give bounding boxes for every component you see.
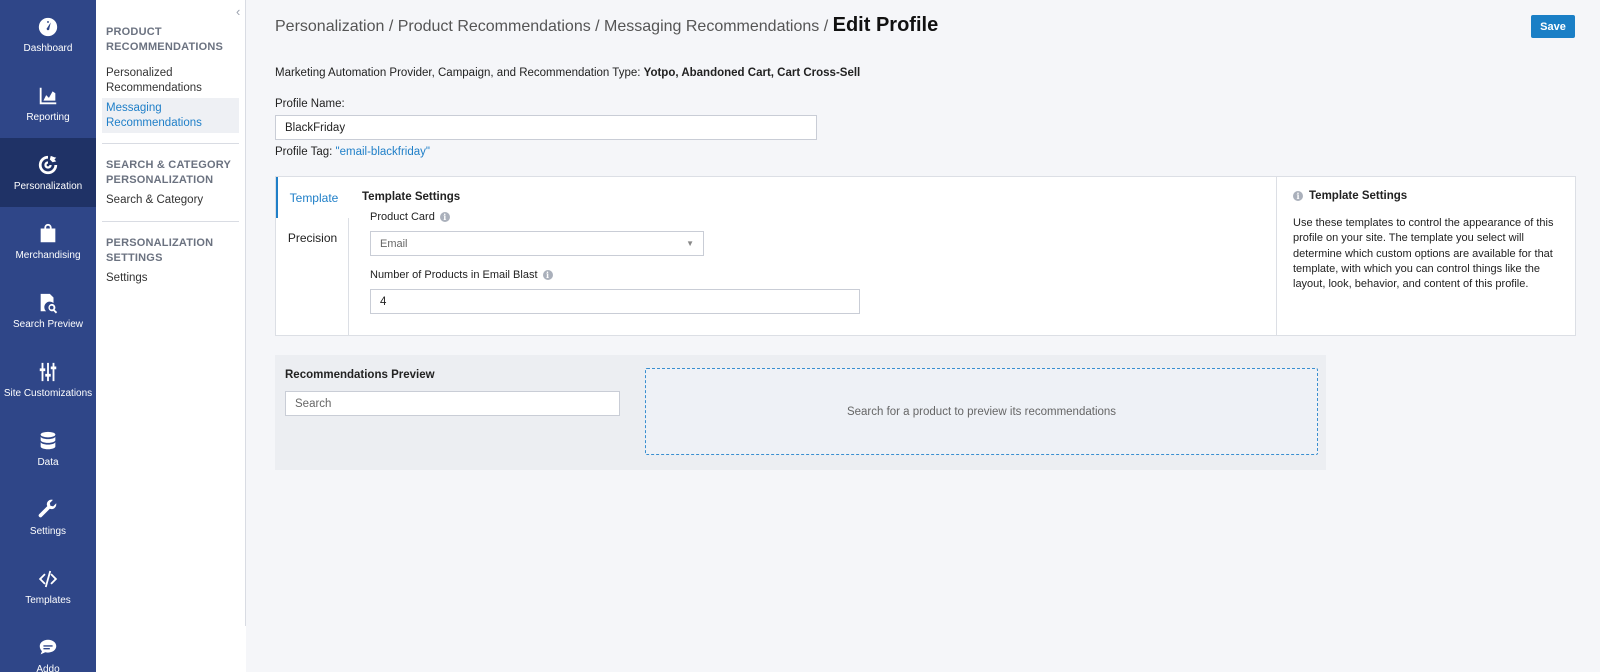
sub-link-settings[interactable]: Settings bbox=[102, 268, 239, 289]
settings-tabs: Template Precision bbox=[276, 177, 350, 335]
chat-icon bbox=[39, 639, 57, 654]
product-card-label-text: Product Card bbox=[370, 211, 435, 223]
profile-name-input[interactable] bbox=[275, 115, 817, 140]
profile-tag-value: "email-blackfriday" bbox=[335, 146, 430, 158]
main-nav-rail: Dashboard Reporting Personalization Merc… bbox=[0, 0, 96, 672]
info-icon[interactable]: i bbox=[439, 212, 450, 222]
settings-icon bbox=[38, 499, 57, 517]
nav-addo-label: Addo bbox=[36, 663, 60, 672]
dashboard-icon bbox=[38, 17, 58, 36]
template-settings-panel: Template Precision Template Settings Pro… bbox=[275, 176, 1576, 336]
site-customizations-icon bbox=[39, 362, 57, 381]
page-title: Edit Profile bbox=[832, 14, 939, 36]
subnav-section-search-category: SEARCH & CATEGORY PERSONALIZATION Search… bbox=[96, 154, 245, 211]
profile-meta: Marketing Automation Provider, Campaign,… bbox=[275, 67, 860, 79]
breadcrumb: Personalization / Product Recommendation… bbox=[275, 14, 938, 37]
section-title: SEARCH & CATEGORY PERSONALIZATION bbox=[106, 159, 231, 186]
nav-merchandising[interactable]: Merchandising bbox=[0, 207, 96, 276]
profile-tag-label: Profile Tag: bbox=[275, 146, 333, 158]
nav-templates[interactable]: Templates bbox=[0, 552, 96, 621]
merchandising-icon bbox=[40, 223, 56, 242]
subnav-section-product-recommendations: PRODUCT RECOMMENDATIONS Personalized Rec… bbox=[96, 0, 245, 133]
info-icon: i bbox=[1293, 191, 1303, 201]
sub-link-personalized-recommendations[interactable]: Personalized Recommendations bbox=[102, 63, 239, 98]
nav-site-customizations[interactable]: Site Customizations bbox=[0, 345, 96, 414]
nav-data[interactable]: Data bbox=[0, 414, 96, 483]
divider bbox=[102, 143, 239, 144]
collapse-chevron-icon[interactable]: ‹ bbox=[236, 4, 240, 19]
help-box: i Template Settings Use these templates … bbox=[1276, 177, 1576, 335]
profile-name-label: Profile Name: bbox=[275, 98, 345, 110]
nav-personalization-label: Personalization bbox=[13, 180, 83, 192]
tab-template[interactable]: Template bbox=[276, 177, 350, 218]
nav-addo[interactable]: Addo bbox=[0, 621, 96, 672]
reporting-icon bbox=[39, 87, 57, 104]
search-preview-icon bbox=[40, 293, 58, 313]
nav-settings[interactable]: Settings bbox=[0, 483, 96, 552]
product-card-label: Product Card i bbox=[370, 211, 450, 223]
nav-search-preview[interactable]: Search Preview bbox=[0, 276, 96, 345]
num-products-label-text: Number of Products in Email Blast bbox=[370, 269, 538, 281]
preview-search-input[interactable] bbox=[285, 391, 620, 416]
recommendations-preview: Recommendations Preview Search for a pro… bbox=[275, 355, 1326, 470]
nav-merchandising-label: Merchandising bbox=[15, 249, 81, 261]
nav-settings-label: Settings bbox=[29, 525, 67, 537]
nav-personalization[interactable]: Personalization bbox=[0, 138, 96, 207]
section-title: PERSONALIZATION SETTINGS bbox=[106, 236, 214, 264]
breadcrumb-trail[interactable]: Personalization / Product Recommendation… bbox=[275, 18, 828, 35]
nav-reporting[interactable]: Reporting bbox=[0, 69, 96, 138]
sub-link-search-category[interactable]: Search & Category bbox=[102, 190, 239, 211]
chevron-down-icon: ▼ bbox=[686, 239, 694, 248]
section-title: PRODUCT RECOMMENDATIONS bbox=[106, 26, 224, 53]
nav-dashboard-label: Dashboard bbox=[23, 42, 73, 54]
data-icon bbox=[40, 431, 56, 449]
help-title: i Template Settings bbox=[1293, 190, 1560, 202]
personalization-icon bbox=[38, 155, 58, 174]
meta-values: Yotpo, Abandoned Cart, Cart Cross-Sell bbox=[643, 67, 861, 79]
templates-icon bbox=[38, 570, 58, 587]
profile-tag: Profile Tag: "email-blackfriday" bbox=[275, 146, 430, 158]
nav-reporting-label: Reporting bbox=[26, 111, 70, 123]
subnav-section-personalization-settings: PERSONALIZATION SETTINGS Settings bbox=[96, 232, 245, 289]
nav-data-label: Data bbox=[37, 456, 59, 468]
sub-navigation: ‹ PRODUCT RECOMMENDATIONS Personalized R… bbox=[96, 0, 246, 626]
main-content: Personalization / Product Recommendation… bbox=[246, 0, 1600, 672]
num-products-label: Number of Products in Email Blast i bbox=[370, 269, 553, 281]
info-icon[interactable]: i bbox=[542, 270, 553, 280]
preview-title: Recommendations Preview bbox=[285, 369, 435, 381]
product-card-select[interactable]: Email ▼ bbox=[370, 231, 704, 256]
help-text: Use these templates to control the appea… bbox=[1293, 217, 1554, 291]
num-products-input[interactable] bbox=[370, 289, 860, 314]
divider bbox=[102, 220, 239, 222]
subnav-footer bbox=[96, 626, 246, 672]
product-card-value: Email bbox=[380, 237, 408, 250]
help-title-text: Template Settings bbox=[1309, 190, 1408, 202]
sub-link-messaging-recommendations[interactable]: Messaging Recommendations bbox=[102, 98, 239, 133]
nav-dashboard[interactable]: Dashboard bbox=[0, 0, 96, 69]
form-title: Template Settings bbox=[362, 191, 461, 203]
meta-prefix: Marketing Automation Provider, Campaign,… bbox=[275, 67, 641, 79]
save-button[interactable]: Save bbox=[1531, 15, 1575, 38]
tab-precision[interactable]: Precision bbox=[276, 217, 349, 258]
preview-results-area: Search for a product to preview its reco… bbox=[645, 368, 1318, 455]
nav-search-preview-label: Search Preview bbox=[12, 318, 84, 330]
nav-site-customizations-label: Site Customizations bbox=[3, 387, 93, 399]
preview-empty-text: Search for a product to preview its reco… bbox=[846, 405, 1117, 418]
nav-templates-label: Templates bbox=[25, 594, 71, 606]
